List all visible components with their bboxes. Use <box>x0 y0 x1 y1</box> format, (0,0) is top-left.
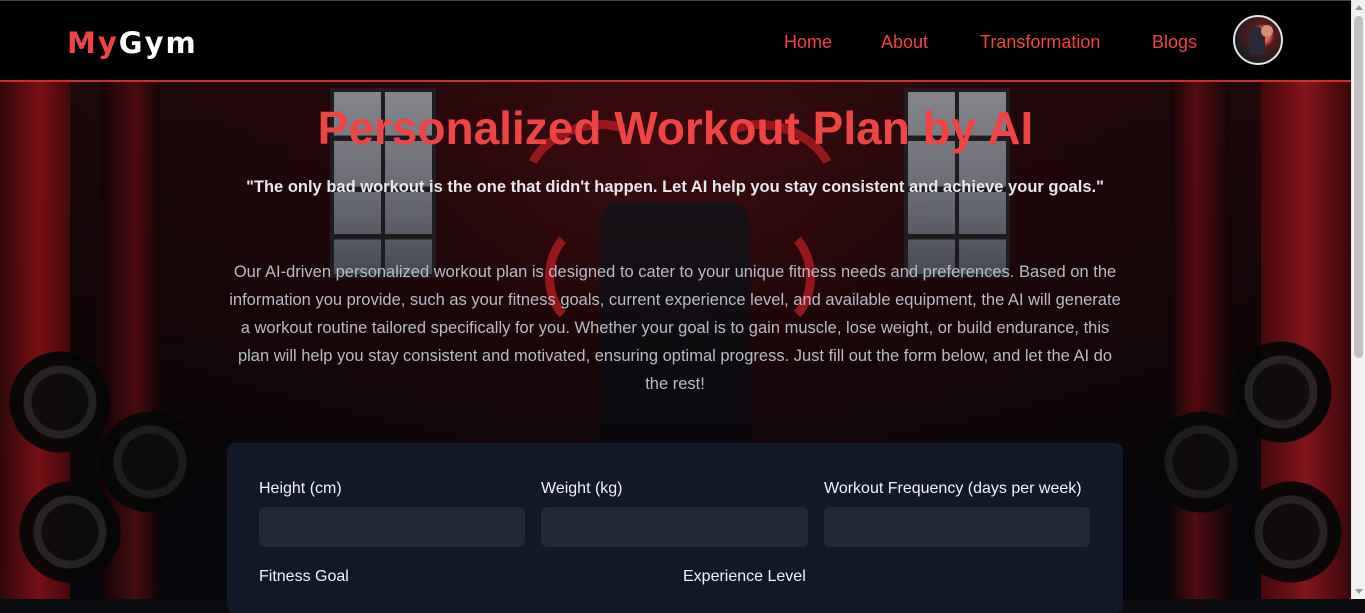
hero-description: Our AI-driven personalized workout plan … <box>229 263 1121 393</box>
page-scrollbar[interactable] <box>1351 0 1365 599</box>
logo-part-my: My <box>67 26 119 60</box>
scroll-thumb[interactable] <box>1354 16 1363 358</box>
height-input[interactable] <box>259 507 525 547</box>
workout-form: Height (cm) Weight (kg) Workout Frequenc… <box>227 443 1123 613</box>
nav-link-blogs[interactable]: Blogs <box>1152 30 1197 54</box>
nav-link-about[interactable]: About <box>881 30 928 54</box>
navbar: MyGym Home About Transformation Blogs <box>0 0 1351 82</box>
hero-quote: "The only bad workout is the one that di… <box>246 178 1104 196</box>
workout-frequency-label: Workout Frequency (days per week) <box>824 480 1082 497</box>
logo[interactable]: MyGym <box>67 23 198 63</box>
nav-link-transformation[interactable]: Transformation <box>980 30 1100 54</box>
scroll-down-arrow-icon[interactable] <box>1355 589 1363 594</box>
nav-link-home[interactable]: Home <box>784 30 832 54</box>
logo-part-gym: Gym <box>118 26 198 60</box>
experience-level-label: Experience Level <box>683 568 806 585</box>
weight-label: Weight (kg) <box>541 480 623 497</box>
avatar-head <box>1261 25 1273 37</box>
scroll-up-arrow-icon[interactable] <box>1355 5 1363 10</box>
height-label: Height (cm) <box>259 480 342 497</box>
user-avatar-icon[interactable] <box>1233 15 1283 65</box>
workout-frequency-input[interactable] <box>824 507 1090 547</box>
fitness-goal-label: Fitness Goal <box>259 568 349 585</box>
page-title: Personalized Workout Plan by AI <box>317 102 1034 154</box>
weight-input[interactable] <box>541 507 808 547</box>
